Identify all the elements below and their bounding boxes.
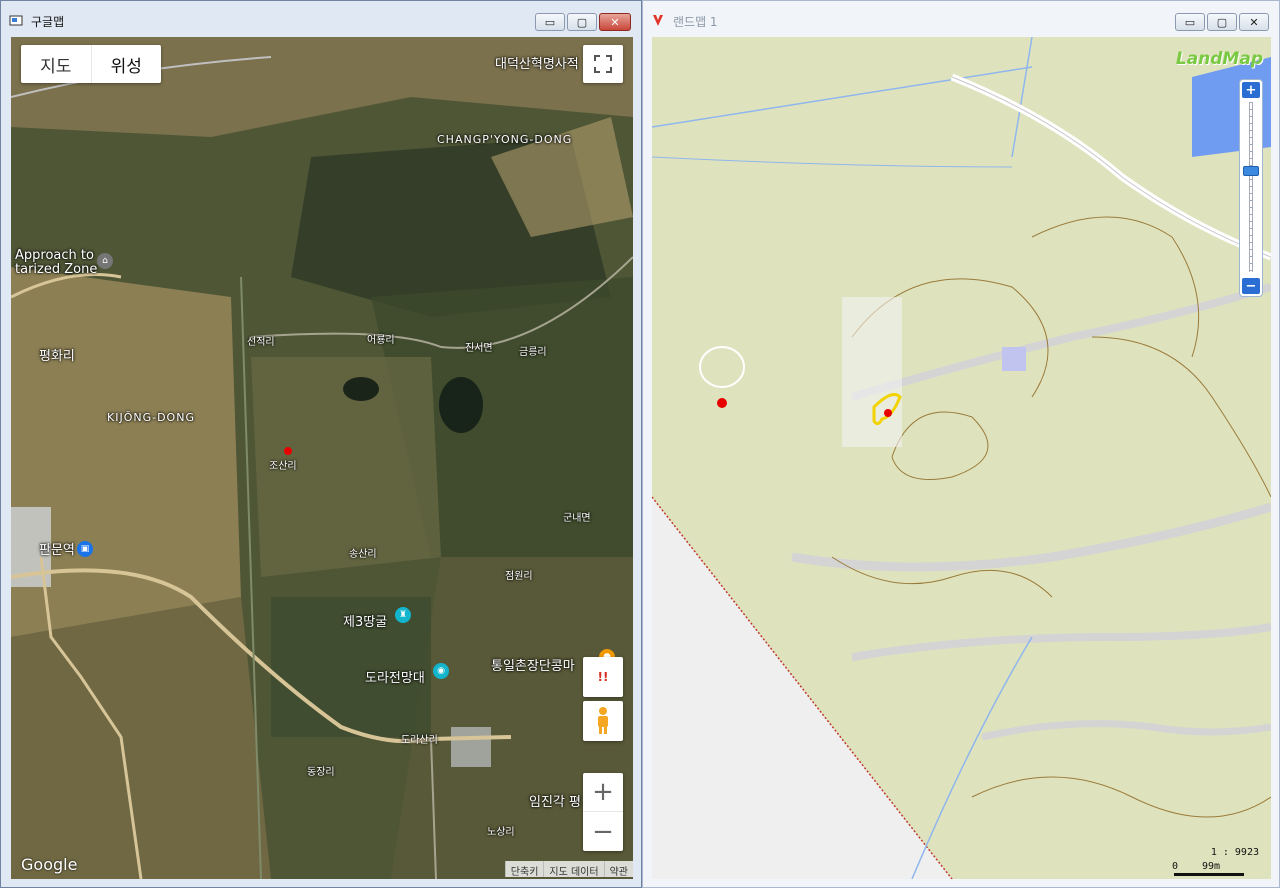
place-label: 노상리 (487, 827, 515, 838)
alert-button[interactable]: !! (583, 657, 623, 697)
pegman-icon (598, 707, 608, 734)
place-label: CHANGP'YONG-DONG (437, 133, 573, 146)
place-label: 판문역 (39, 543, 75, 558)
place-label: 평화리 (39, 349, 75, 364)
scale-end: 99m (1202, 861, 1221, 872)
close-button[interactable]: ✕ (599, 13, 631, 31)
satellite-imagery (11, 37, 633, 879)
street-view-pegman[interactable] (583, 701, 623, 741)
shortcuts-link[interactable]: 단축키 (504, 861, 544, 878)
satellite-view-button[interactable]: 위성 (90, 45, 162, 83)
place-label: KIJŎNG-DONG (107, 411, 195, 424)
place-label: 송산리 (349, 549, 377, 560)
terms-link[interactable]: 약관 (603, 861, 633, 878)
minimize-button[interactable]: ▭ (1175, 13, 1205, 31)
attraction-icon[interactable]: ♜ (395, 607, 411, 623)
zoom-thumb[interactable] (1243, 166, 1259, 176)
satellite-map[interactable]: 지도 위성 대덕산혁명사적 CHANGP'YONG-DONG Approach … (11, 37, 633, 879)
maximize-icon: ▢ (576, 15, 588, 29)
attribution-bar: 단축키 지도 데이터 약관 (504, 861, 633, 878)
place-label: 도라산리 (401, 735, 438, 746)
alert-icon: !! (597, 670, 609, 684)
place-label: 제3땅굴 (343, 615, 388, 630)
window-title: 구글맵 (31, 15, 65, 29)
google-titlebar[interactable]: 구글맵 ▭ ▢ ✕ (1, 1, 641, 37)
topographic-map (652, 37, 1271, 879)
train-station-icon[interactable]: ▣ (77, 541, 93, 557)
place-label: 군내면 (563, 513, 591, 524)
landmap-titlebar[interactable]: 랜드맵 1 ▭ ▢ ✕ (643, 1, 1279, 37)
place-label: 도라전망대 (365, 671, 425, 686)
scale-start: 0 (1172, 861, 1179, 872)
zoom-out-button[interactable]: − (1242, 278, 1260, 294)
zoom-slider: + − (1239, 79, 1263, 297)
close-button[interactable]: ✕ (1239, 13, 1269, 31)
fullscreen-button[interactable] (583, 45, 623, 83)
camera-icon[interactable]: ◉ (433, 663, 449, 679)
google-map-window: 구글맵 ▭ ▢ ✕ 지도 위성 대덕산혁명사적 CHANGP'YONG-DONG… (0, 0, 642, 888)
landmap-window: 랜드맵 1 ▭ ▢ ✕ LandMap + − 1: 9923 0 99m (642, 0, 1280, 888)
zoom-control: + − (583, 773, 623, 851)
place-label: 금릉리 (519, 347, 547, 358)
place-label: 통일촌장단콩마 (491, 659, 575, 674)
maximize-button[interactable]: ▢ (567, 13, 597, 31)
land-map[interactable]: LandMap + − 1 : 9923 0 99m (652, 37, 1271, 879)
app-icon (9, 15, 23, 26)
place-label: 임진각 평 (529, 795, 581, 810)
maximize-button[interactable]: ▢ (1207, 13, 1237, 31)
place-label: 선적리 (247, 337, 275, 348)
scale-ratio: 1 : 9923 (1210, 847, 1259, 858)
landmap-logo: LandMap (1175, 49, 1263, 69)
google-logo: Google (21, 855, 78, 874)
map-data-link[interactable]: 지도 데이터 (543, 861, 603, 878)
minimize-icon: ▭ (544, 15, 556, 29)
museum-icon[interactable]: ⌂ (97, 253, 113, 269)
close-icon: ✕ (610, 15, 620, 29)
place-label: 조산리 (269, 461, 297, 472)
zoom-track[interactable] (1249, 102, 1253, 272)
zoom-in-button[interactable]: + (583, 773, 623, 812)
maximize-icon: ▢ (1216, 15, 1228, 29)
place-label: 대덕산혁명사적 (495, 57, 579, 72)
minimize-icon: ▭ (1184, 15, 1196, 29)
zoom-in-button[interactable]: + (1242, 82, 1260, 98)
place-label: 동장리 (307, 767, 335, 778)
place-label: 어룡리 (367, 335, 395, 346)
place-label: 점원리 (505, 571, 533, 582)
place-label: 진서면 (465, 343, 493, 354)
close-icon: ✕ (1249, 15, 1259, 29)
map-type-toggle[interactable]: 지도 위성 (21, 45, 161, 83)
scale-bar (1174, 873, 1244, 876)
place-label: Approach to tarized Zone (15, 248, 98, 277)
map-view-button[interactable]: 지도 (21, 45, 91, 83)
minimize-button[interactable]: ▭ (535, 13, 565, 31)
landmap-app-icon (653, 15, 663, 26)
window-title: 랜드맵 1 (673, 15, 718, 29)
zoom-out-button[interactable]: − (583, 812, 623, 851)
fullscreen-icon (594, 55, 612, 73)
